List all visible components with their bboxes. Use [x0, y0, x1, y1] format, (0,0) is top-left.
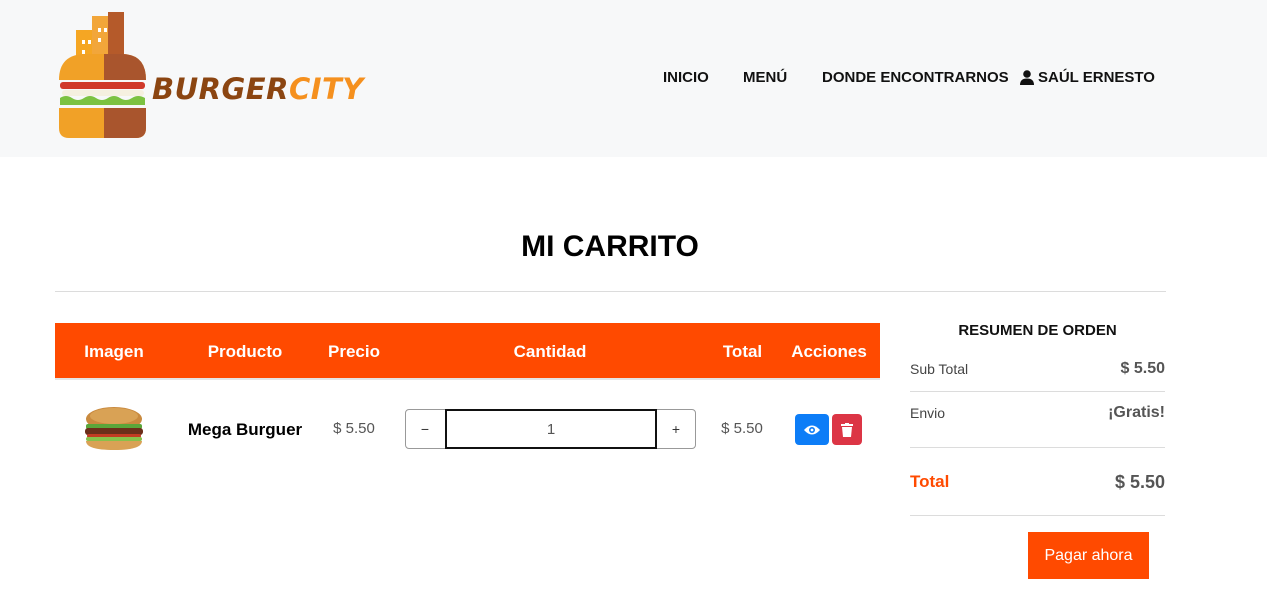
- nav-link-inicio[interactable]: INICIO: [663, 66, 709, 88]
- shipping-label: Envio: [910, 405, 946, 421]
- delete-button[interactable]: [832, 414, 862, 445]
- column-header-acciones: Acciones: [791, 342, 867, 361]
- subtotal-value: $ 5.50: [1120, 360, 1165, 377]
- row-total: $ 5.50: [721, 420, 763, 437]
- view-button[interactable]: [795, 414, 829, 445]
- trash-icon: [841, 422, 853, 437]
- quantity-increase-button[interactable]: +: [657, 410, 695, 448]
- column-header-producto: Producto: [207, 342, 283, 361]
- eye-icon: [804, 425, 820, 434]
- quantity-input[interactable]: [445, 409, 657, 449]
- user-name: SAÚL ERNESTO: [1038, 68, 1155, 86]
- product-price: $ 5.50: [333, 420, 375, 437]
- product-name: Mega Burguer: [187, 420, 303, 439]
- summary-divider: [910, 515, 1165, 516]
- pay-now-button[interactable]: Pagar ahora: [1028, 532, 1149, 579]
- order-total-label: Total: [910, 472, 950, 491]
- brand-wordmark[interactable]: BURGERCITY: [152, 72, 364, 106]
- order-summary-title: RESUMEN DE ORDEN: [958, 322, 1117, 339]
- user-icon: [1020, 69, 1034, 85]
- nav-link-menu[interactable]: MENÚ: [743, 66, 787, 88]
- page-title: MI CARRITO: [521, 230, 699, 263]
- summary-divider: [910, 391, 1165, 392]
- burger-image: [85, 407, 143, 450]
- column-header-total: Total: [722, 342, 763, 361]
- nav-link-donde-encontrarnos[interactable]: DONDE ENCONTRARNOS: [822, 66, 1009, 88]
- brand-name-city: CITY: [288, 72, 364, 106]
- burger-logo-icon: [59, 12, 146, 138]
- title-divider: [55, 291, 1166, 292]
- nav-user-account[interactable]: SAÚL ERNESTO: [1020, 66, 1155, 88]
- column-header-precio: Precio: [328, 342, 380, 361]
- quantity-stepper: − +: [405, 409, 696, 449]
- summary-divider: [910, 447, 1165, 448]
- column-header-imagen: Imagen: [84, 342, 144, 361]
- column-header-cantidad: Cantidad: [513, 342, 587, 361]
- order-total-value: $ 5.50: [1114, 472, 1165, 492]
- site-header: BURGERCITY INICIO MENÚ DONDE ENCONTRARNO…: [0, 0, 1267, 157]
- quantity-decrease-button[interactable]: −: [406, 410, 444, 448]
- brand-name-burger: BURGER: [152, 72, 289, 106]
- subtotal-label: Sub Total: [910, 361, 969, 377]
- cart-table-header: Imagen Producto Precio Cantidad Total Ac…: [55, 323, 880, 380]
- shipping-value: ¡Gratis!: [1108, 404, 1165, 421]
